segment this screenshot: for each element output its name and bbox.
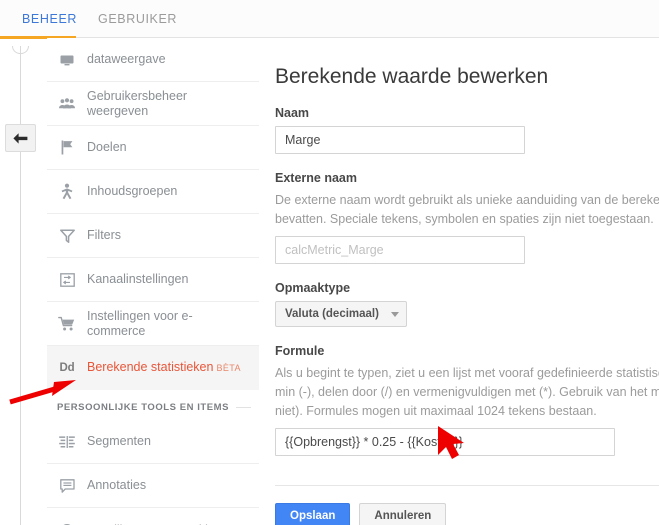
sidebar-item-label: dataweergave [87,52,166,66]
externe-naam-input[interactable] [275,236,525,264]
tab-beheer[interactable]: BEHEER [8,0,91,38]
formule-label: Formule [275,344,325,358]
sidebar-item-multichannel[interactable]: Instellingen voor multi [47,508,259,525]
beta-badge: BÈTA [216,363,241,373]
opmaaktype-select[interactable]: Valuta (decimaal) [275,301,407,327]
externe-naam-help: De externe naam wordt gebruikt als uniek… [275,193,659,226]
opmaaktype-selected-value: Valuta (decimaal) [285,308,379,320]
sidebar-item-label: Gebruikersbeheer weergeven [87,88,188,118]
sidebar-item-label: Annotaties [87,478,147,492]
sidebar-section-label: PERSOONLIJKE TOOLS EN ITEMS [57,402,229,413]
flag-icon [47,139,87,156]
action-button-row: Opslaan Annuleren [275,503,659,525]
sidebar-item-filters[interactable]: Filters [47,214,259,258]
dd-icon-glyph: Dd [59,362,75,374]
sidebar-scrollbar-track[interactable] [248,38,506,525]
back-arrow-icon [12,132,29,145]
cart-icon [47,316,87,332]
field-group-naam: Naam [275,106,659,154]
content-divider [275,485,659,486]
sidebar-item-label: Berekende statistieken BÈTA [87,360,241,374]
cancel-button[interactable]: Annuleren [359,503,447,525]
sidebar-item-label: Filters [87,228,122,242]
naam-label: Naam [275,106,310,120]
person-icon [47,183,87,200]
sidebar-item-dataweergave[interactable]: dataweergave [47,38,259,82]
sidebar-item-label: Kanaalinstellingen [87,272,189,286]
sidebar-item-label: Segmenten [87,434,151,448]
sidebar-item-kanaalinstellingen[interactable]: Kanaalinstellingen [47,258,259,302]
sidebar-item-label: Doelen [87,140,127,154]
page-title: Berekende waarde bewerken [275,65,549,88]
admin-sidebar[interactable]: dataweergave Gebruikersbeheer weergeven … [47,38,259,525]
collapse-sidebar-button[interactable] [5,124,36,152]
formule-help: Als u begint te typen, ziet u een lijst … [275,366,659,418]
sidebar-item-label: Instellingen voor e-commerce [87,308,193,338]
people-icon [47,96,87,112]
sidebar-item-segmenten[interactable]: Segmenten [47,420,259,464]
chevron-down-icon [390,311,399,317]
formule-input[interactable] [275,428,615,456]
sidebar-item-ecommerce[interactable]: Instellingen voor e-commerce [47,302,259,346]
externe-naam-label: Externe naam [275,171,357,185]
sidebar-item-label: Inhoudsgroepen [87,184,178,198]
naam-input[interactable] [275,126,525,154]
segments-icon [47,434,87,450]
main-content-panel: Berekende waarde bewerken Naam Externe n… [259,38,659,525]
save-button[interactable]: Opslaan [275,503,351,525]
monitor-icon [47,52,87,68]
sidebar-item-berekende-statistieken[interactable]: Dd Berekende statistieken BÈTA [47,346,259,390]
field-group-externe-naam: Externe naam De externe naam wordt gebru… [275,171,659,264]
top-tab-bar: BEHEER GEBRUIKER [0,0,659,39]
sidebar-section-header: PERSOONLIJKE TOOLS EN ITEMS [47,390,259,420]
field-group-formule: Formule Als u begint te typen, ziet u ee… [275,344,659,456]
sidebar-item-annotaties[interactable]: Annotaties [47,464,259,508]
dd-icon: Dd [47,362,87,374]
tab-gebruiker[interactable]: GEBRUIKER [84,0,191,38]
sidebar-item-doelen[interactable]: Doelen [47,126,259,170]
sidebar-item-gebruikersbeheer[interactable]: Gebruikersbeheer weergeven [47,82,259,126]
sidebar-item-inhoudsgroepen[interactable]: Inhoudsgroepen [47,170,259,214]
opmaaktype-label: Opmaaktype [275,281,351,295]
funnel-icon [47,228,87,244]
rail-vertical-line [20,46,21,525]
channel-icon [47,272,87,288]
app-root: BEHEER GEBRUIKER dataweergave Gebruikers… [0,0,659,525]
field-group-opmaaktype: Opmaaktype Valuta (decimaal) [275,281,659,327]
annotation-icon [47,478,87,494]
